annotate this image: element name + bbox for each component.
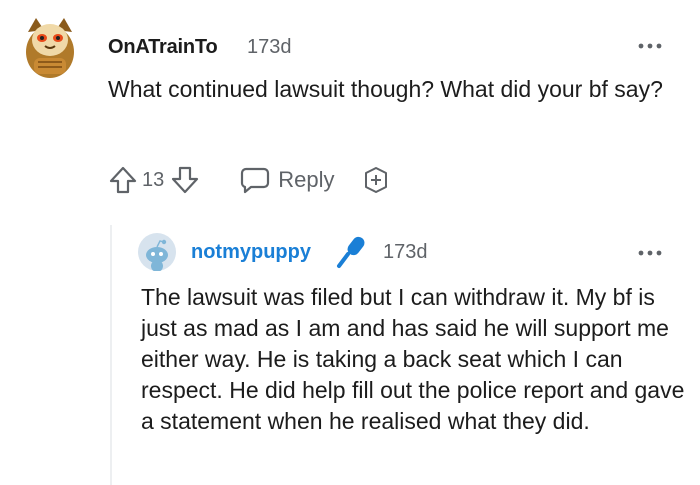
downvote-arrow-icon[interactable] [170,164,200,196]
reply-button[interactable]: Reply [240,166,335,194]
comment-body: What continued lawsuit though? What did … [108,76,663,102]
user-avatar-onatrainto[interactable] [18,12,82,80]
reply-body: The lawsuit was filed but I can withdraw… [141,284,685,434]
comment-username[interactable]: OnATrainTo [108,36,218,59]
award-icon[interactable] [361,165,391,195]
reply-age: 173d [383,241,428,263]
thread-line[interactable] [110,225,112,485]
microphone-icon [334,234,368,270]
snoo-avatar-icon [138,233,176,272]
speech-bubble-icon [241,167,270,194]
orange-cat-avatar-icon [26,18,74,78]
reply-username[interactable]: notmypuppy [191,241,311,264]
user-avatar-notmypuppy[interactable] [138,233,176,272]
more-options-icon[interactable] [638,245,662,256]
reply-label: Reply [278,167,335,192]
comment-age: 173d [247,36,292,58]
more-options-icon[interactable] [638,38,662,49]
upvote-arrow-icon[interactable] [108,164,138,196]
vote-score: 13 [142,168,165,191]
comment-actions: 13 Reply [108,162,391,198]
